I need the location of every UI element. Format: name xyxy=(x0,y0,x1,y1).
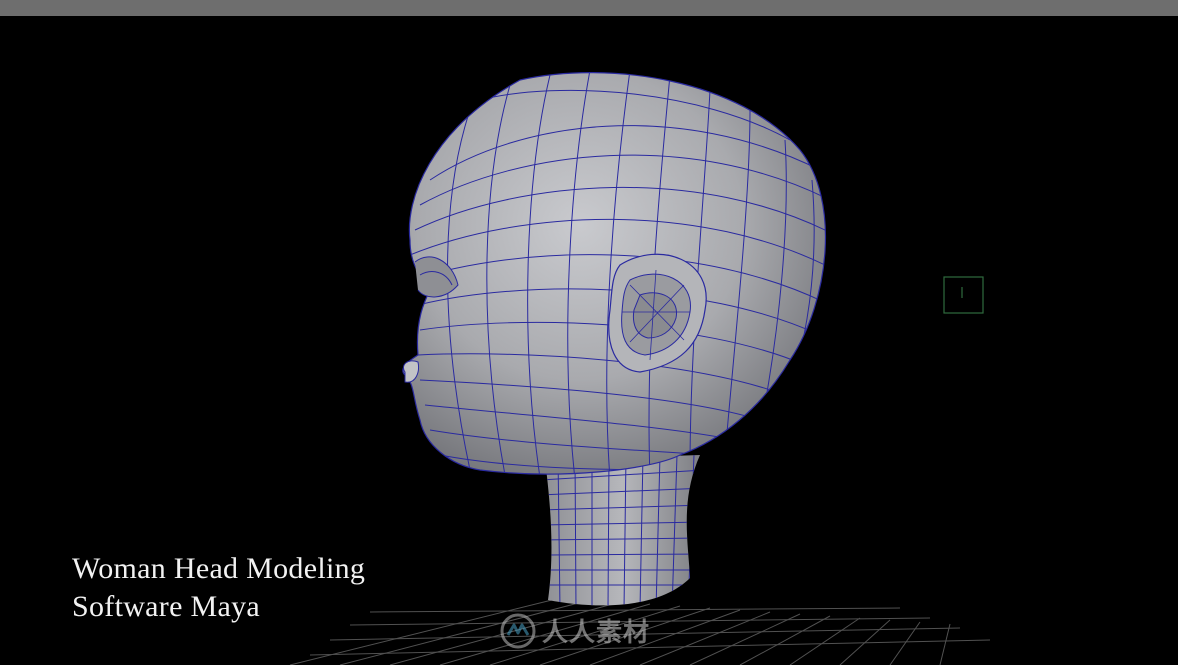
perspective-viewport[interactable]: Woman Head Modeling Software Maya 人人素材 xyxy=(0,16,1178,665)
neck-mesh[interactable] xyxy=(540,455,705,610)
head-mesh[interactable] xyxy=(402,70,835,480)
locator-box-icon[interactable] xyxy=(943,276,984,314)
rr-logo-icon xyxy=(500,613,536,648)
watermark: 人人素材 xyxy=(500,612,650,649)
viewport-top-bar[interactable] xyxy=(0,0,1178,17)
maya-viewport-window: Woman Head Modeling Software Maya 人人素材 xyxy=(0,0,1178,665)
caption-title: Woman Head Modeling xyxy=(72,552,366,585)
caption-subtitle: Software Maya xyxy=(72,590,261,623)
watermark-text: 人人素材 xyxy=(542,618,651,648)
video-caption: Woman Head Modeling Software Maya xyxy=(72,550,365,626)
